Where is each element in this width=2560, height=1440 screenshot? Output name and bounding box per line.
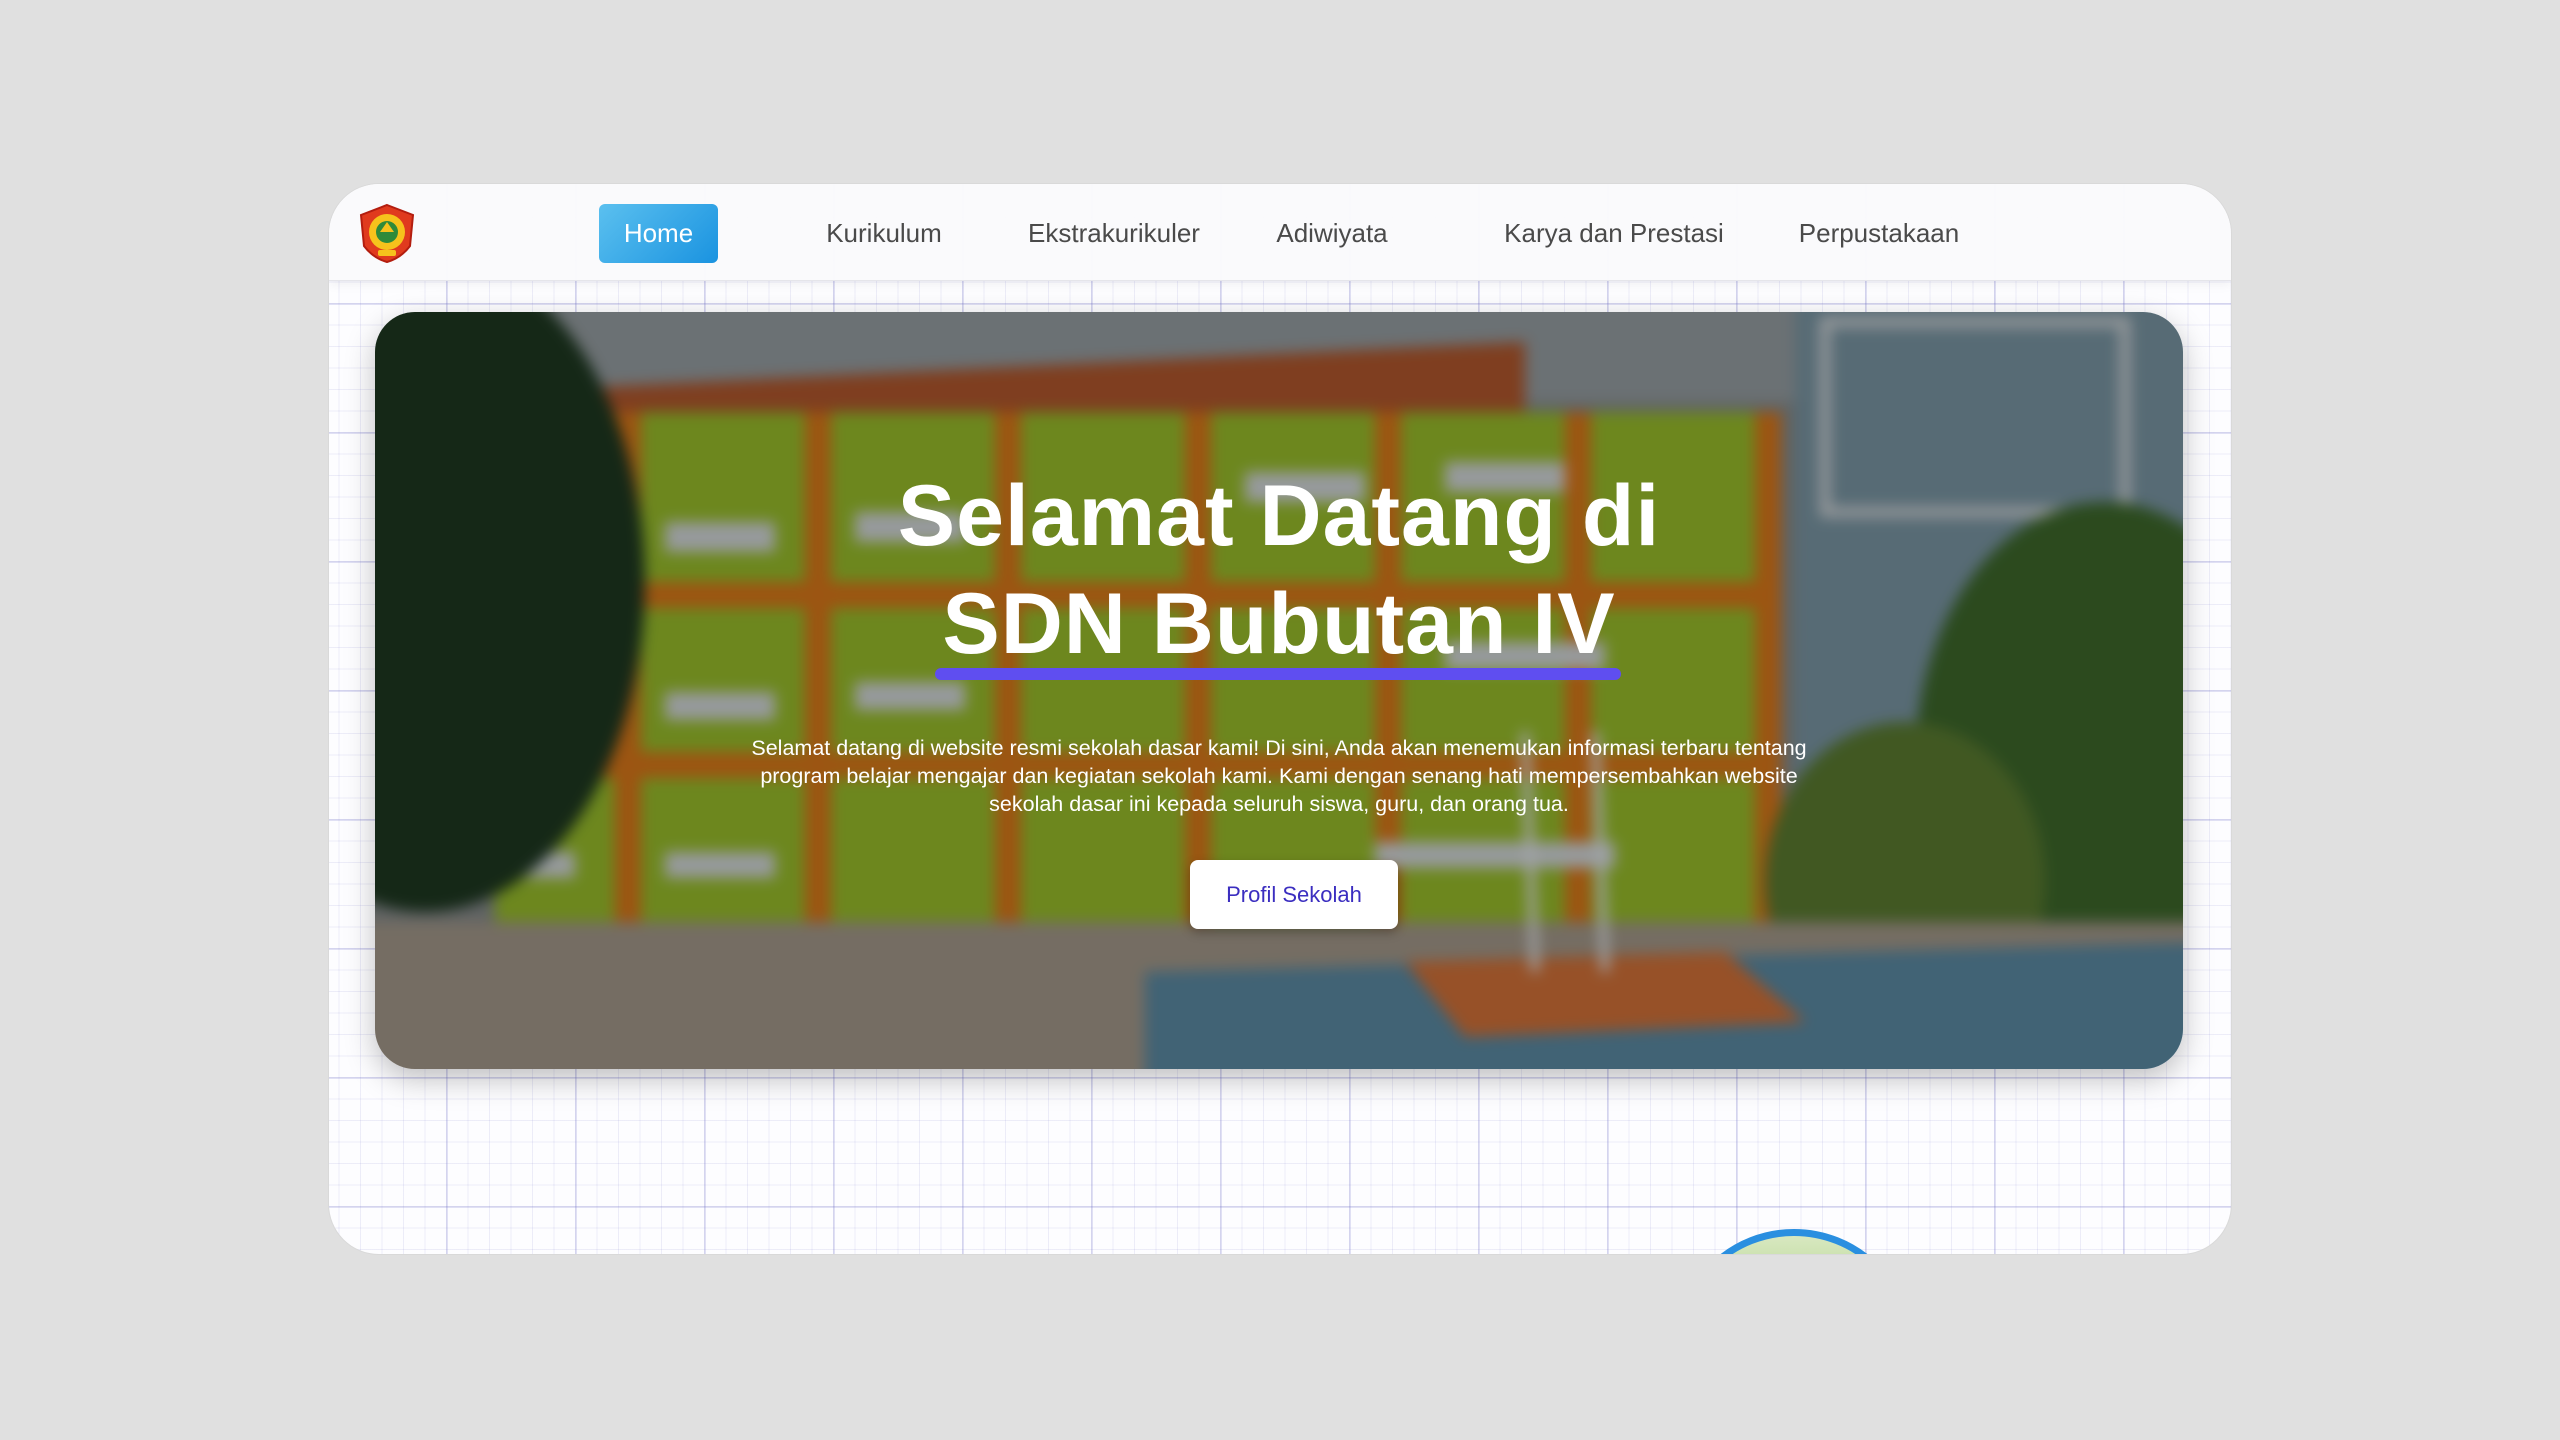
nav-karya-dan-prestasi[interactable]: Karya dan Prestasi	[1489, 204, 1739, 263]
nav-home[interactable]: Home	[599, 204, 718, 263]
hero-description: Selamat datang di website resmi sekolah …	[751, 735, 1807, 816]
school-emblem-icon[interactable]	[356, 202, 418, 264]
profil-sekolah-button[interactable]: Profil Sekolah	[1190, 860, 1398, 929]
website-frame: Home Kurikulum Ekstrakurikuler Adiwiyata…	[329, 184, 2231, 1254]
nav-kurikulum[interactable]: Kurikulum	[809, 204, 959, 263]
hero-title: Selamat Datang di SDN Bubutan IV	[375, 462, 2183, 678]
title-underline	[935, 668, 1621, 680]
hero-banner: Selamat Datang di SDN Bubutan IV Selamat…	[375, 312, 2183, 1069]
nav-adiwiyata[interactable]: Adiwiyata	[1257, 204, 1407, 263]
nav-ekstrakurikuler[interactable]: Ekstrakurikuler	[1019, 204, 1209, 263]
hero-title-line2: SDN Bubutan IV	[942, 576, 1616, 672]
navbar: Home Kurikulum Ekstrakurikuler Adiwiyata…	[329, 184, 2231, 281]
hero-title-line1: Selamat Datang di	[897, 468, 1661, 564]
nav-perpustakaan[interactable]: Perpustakaan	[1789, 204, 1969, 263]
section-image-circle	[1674, 1229, 1914, 1254]
